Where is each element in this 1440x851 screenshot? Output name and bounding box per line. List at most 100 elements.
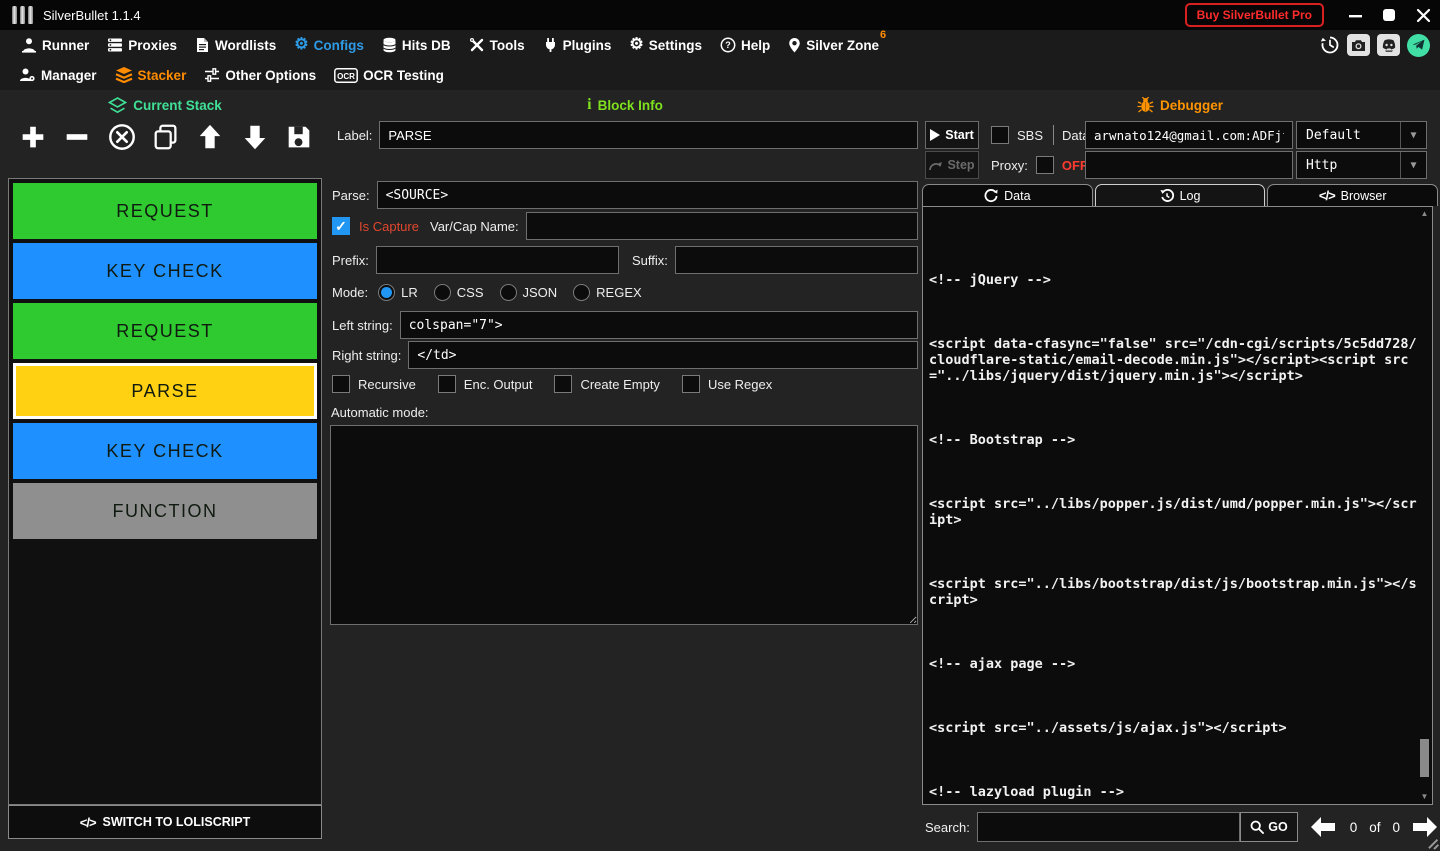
mode-radio[interactable] <box>378 284 395 301</box>
parse-option-checkbox[interactable] <box>554 375 572 393</box>
map-pin-icon <box>788 37 801 53</box>
submenu-other-options[interactable]: Other Options <box>195 60 325 90</box>
title-bar: SilverBullet 1.1.4 Buy SilverBullet Pro <box>0 0 1440 30</box>
prefix-label: Prefix: <box>332 253 369 268</box>
stack-block[interactable]: FUNCTION <box>13 483 317 539</box>
menu-help[interactable]: ? Help <box>711 30 779 60</box>
resize-grip[interactable] <box>1426 837 1438 849</box>
maximize-button[interactable] <box>1372 0 1406 30</box>
debugger-start-button[interactable]: Start <box>925 121 979 149</box>
search-go-button[interactable]: GO <box>1240 812 1297 842</box>
screenshot-button[interactable] <box>1347 34 1370 56</box>
buy-silverbullet-pro-button[interactable]: Buy SilverBullet Pro <box>1185 3 1324 27</box>
duplicate-block-button[interactable] <box>149 120 183 154</box>
submenu-stacker[interactable]: Stacker <box>106 60 196 90</box>
menu-settings[interactable]: ⚙ Settings <box>620 30 711 60</box>
debug-data-input[interactable] <box>1085 121 1293 149</box>
clear-stack-button[interactable] <box>105 120 139 154</box>
camera-icon <box>1351 39 1366 52</box>
menu-tools[interactable]: Tools <box>460 30 534 60</box>
proxy-label: Proxy: <box>991 158 1028 173</box>
parse-source-input[interactable] <box>377 181 918 209</box>
discord-button[interactable] <box>1377 34 1400 56</box>
debugger-step-button[interactable]: Step <box>925 151 979 179</box>
menu-proxies[interactable]: Proxies <box>98 30 186 60</box>
debugger-log-panel: <!-- jQuery --> <script data-cfasync="fa… <box>922 206 1433 805</box>
match-position: 0 <box>1350 820 1358 835</box>
menu-wordlists[interactable]: Wordlists <box>186 30 285 60</box>
menu-silver-zone[interactable]: 6 Silver Zone <box>779 30 888 60</box>
prefix-input[interactable] <box>376 246 619 274</box>
previous-match-button[interactable] <box>1310 816 1336 838</box>
mode-radio[interactable] <box>500 284 517 301</box>
log-history-icon <box>1160 189 1174 203</box>
menu-hits-db[interactable]: Hits DB <box>373 30 460 60</box>
scrollbar-thumb[interactable] <box>1420 739 1429 777</box>
scroll-down-icon[interactable]: ▼ <box>1418 791 1431 803</box>
stack-panel: REQUEST KEY CHECK REQUEST PARSE KEY CHEC… <box>8 178 322 805</box>
stack-block[interactable]: REQUEST <box>13 303 317 359</box>
save-config-button[interactable] <box>282 120 316 154</box>
add-block-button[interactable] <box>16 120 50 154</box>
proxy-type-dropdown[interactable]: Http ▼ <box>1296 151 1427 179</box>
copy-icon <box>151 122 181 152</box>
configs-gear-icon: ⚙ <box>294 37 308 53</box>
history-button[interactable] <box>1320 35 1340 55</box>
close-button[interactable] <box>1406 0 1440 30</box>
automatic-mode-label: Automatic mode: <box>331 405 429 420</box>
stack-block[interactable]: REQUEST <box>13 183 317 239</box>
configs-sub-menu: Manager Stacker Other Options OCR OCR Te… <box>0 60 1440 90</box>
parse-option-checkbox[interactable] <box>332 375 350 393</box>
automatic-mode-textarea[interactable] <box>330 425 918 625</box>
is-capture-checkbox[interactable] <box>332 217 350 235</box>
log-line: <script src="../libs/popper.js/dist/umd/… <box>929 496 1418 528</box>
menu-plugins[interactable]: Plugins <box>534 30 621 60</box>
debug-proxy-input[interactable] <box>1085 151 1293 179</box>
telegram-button[interactable] <box>1407 34 1430 57</box>
arrow-up-icon <box>195 122 225 152</box>
proxy-checkbox[interactable] <box>1036 156 1054 174</box>
tab-data[interactable]: Data <box>922 184 1093 206</box>
suffix-label: Suffix: <box>632 253 668 268</box>
log-line: <script src="../assets/js/ajax.js"></scr… <box>929 720 1418 736</box>
suffix-input[interactable] <box>675 246 918 274</box>
main-menu: Runner Proxies Wordlists ⚙ Configs Hits … <box>0 30 1440 60</box>
block-label-input[interactable] <box>379 121 918 149</box>
submenu-manager[interactable]: Manager <box>10 60 106 90</box>
tab-browser[interactable]: </> Browser <box>1267 184 1438 206</box>
match-total: 0 <box>1392 820 1400 835</box>
parse-option-checkbox[interactable] <box>682 375 700 393</box>
left-string-input[interactable] <box>400 311 918 339</box>
move-block-up-button[interactable] <box>193 120 227 154</box>
mode-radio[interactable] <box>434 284 451 301</box>
ocr-icon: OCR <box>334 68 358 83</box>
match-of-label: of <box>1369 820 1380 835</box>
remove-block-button[interactable] <box>60 120 94 154</box>
parse-option-checkbox[interactable] <box>438 375 456 393</box>
next-match-button[interactable] <box>1412 816 1438 838</box>
current-stack-layers-icon <box>108 97 127 114</box>
telegram-icon <box>1412 39 1425 51</box>
switch-to-loliscript-button[interactable]: </> SWITCH TO LOLISCRIPT <box>8 805 322 839</box>
log-search-input[interactable] <box>977 812 1240 842</box>
move-block-down-button[interactable] <box>238 120 272 154</box>
menu-configs[interactable]: ⚙ Configs <box>285 30 373 60</box>
proxies-icon <box>107 37 123 53</box>
wordlist-type-dropdown[interactable]: Default ▼ <box>1296 121 1427 149</box>
log-scrollbar[interactable]: ▲ ▼ <box>1418 208 1431 803</box>
stack-block[interactable]: PARSE <box>13 363 317 419</box>
stack-block[interactable]: KEY CHECK <box>13 243 317 299</box>
submenu-ocr-testing[interactable]: OCR OCR Testing <box>325 60 453 90</box>
plug-icon <box>543 37 558 53</box>
menu-runner[interactable]: Runner <box>12 30 98 60</box>
window-title: SilverBullet 1.1.4 <box>43 8 141 23</box>
stack-block[interactable]: KEY CHECK <box>13 423 317 479</box>
tab-log[interactable]: Log <box>1095 184 1266 206</box>
sbs-checkbox[interactable] <box>991 126 1009 144</box>
manager-icon <box>19 67 36 83</box>
right-string-input[interactable] <box>408 341 918 369</box>
mode-radio[interactable] <box>573 284 590 301</box>
minimize-button[interactable] <box>1338 0 1372 30</box>
varcap-input[interactable] <box>526 212 918 240</box>
scroll-up-icon[interactable]: ▲ <box>1418 208 1431 220</box>
